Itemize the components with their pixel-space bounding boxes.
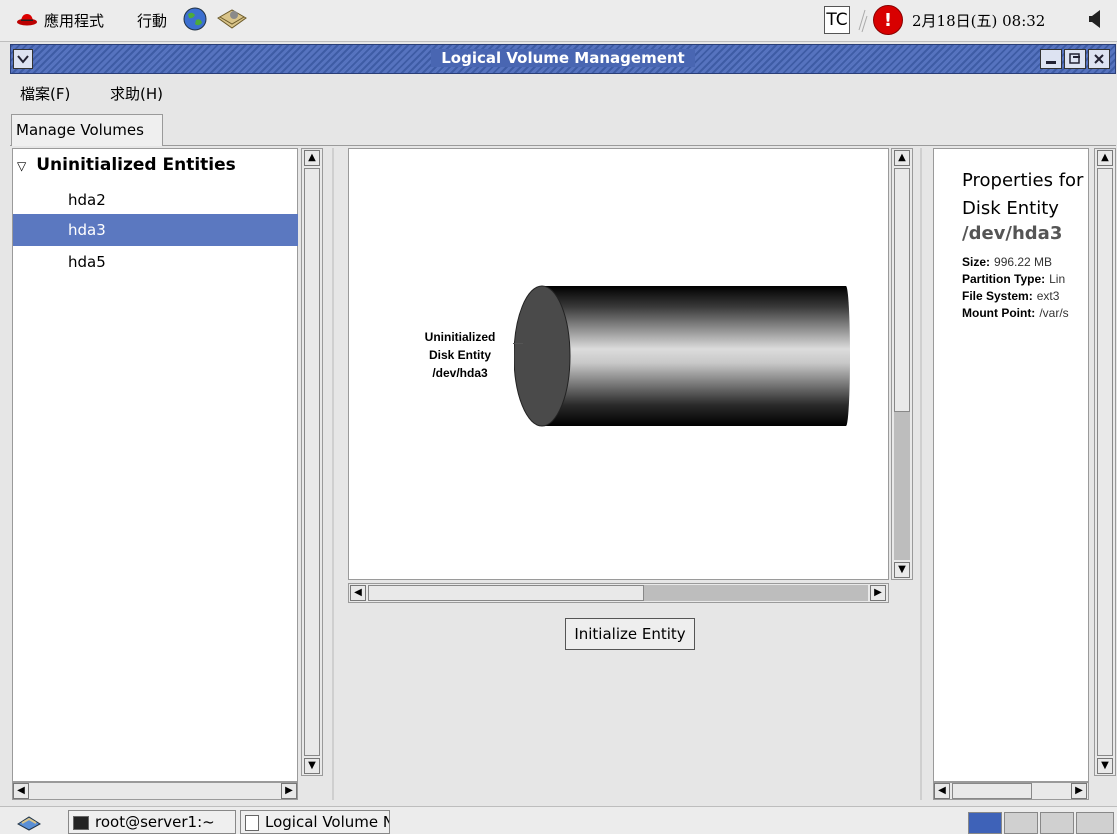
disk-label-line: Uninitialized bbox=[424, 330, 496, 344]
pane-divider[interactable] bbox=[332, 148, 334, 800]
scroll-thumb[interactable] bbox=[952, 783, 1032, 799]
scroll-right-button[interactable]: ▶ bbox=[870, 585, 886, 601]
tab-manage-volumes[interactable]: Manage Volumes bbox=[11, 114, 163, 146]
scroll-right-button[interactable]: ▶ bbox=[281, 783, 297, 799]
maximize-button[interactable] bbox=[1064, 49, 1086, 69]
close-button[interactable] bbox=[1088, 49, 1110, 69]
terminal-icon bbox=[73, 815, 89, 830]
scroll-down-button[interactable]: ▼ bbox=[304, 758, 320, 774]
initialize-entity-button[interactable]: Initialize Entity bbox=[565, 618, 695, 650]
top-panel: 應用程式 行動 TC ! 2月18日(五) 08:32 bbox=[0, 0, 1117, 42]
properties-device: /dev/hda3 bbox=[962, 223, 1063, 244]
property-size: Size: 996.22 MB bbox=[962, 255, 1053, 269]
scroll-down-button[interactable]: ▼ bbox=[894, 562, 910, 578]
file-menu[interactable]: 檔案(F) bbox=[20, 83, 70, 104]
properties-title-line: Properties for bbox=[962, 170, 1084, 191]
bottom-taskbar: root@server1:~ Logical Volume N bbox=[0, 806, 1117, 834]
scroll-up-button[interactable]: ▲ bbox=[304, 150, 320, 166]
scroll-thumb[interactable] bbox=[1097, 168, 1113, 756]
scroll-right-button[interactable]: ▶ bbox=[1071, 783, 1087, 799]
redhat-logo-icon[interactable] bbox=[16, 12, 38, 26]
scroll-trough[interactable] bbox=[644, 585, 868, 601]
scroll-left-button[interactable]: ◀ bbox=[934, 783, 950, 799]
globe-icon[interactable] bbox=[182, 6, 208, 32]
task-logical-volume[interactable]: Logical Volume N bbox=[240, 810, 390, 834]
workspace-1[interactable] bbox=[968, 812, 1002, 834]
workspace-3[interactable] bbox=[1040, 812, 1074, 834]
minimize-icon bbox=[1046, 61, 1056, 64]
scroll-left-button[interactable]: ◀ bbox=[350, 585, 366, 601]
window-icon bbox=[245, 814, 259, 831]
scroll-trough[interactable] bbox=[894, 412, 910, 560]
tree-horizontal-scrollbar[interactable] bbox=[12, 782, 298, 800]
volume-tree[interactable]: ▽ Uninitialized Entities hda2 hda3 hda5 bbox=[12, 148, 298, 782]
disk-cylinder-icon[interactable] bbox=[514, 284, 854, 429]
scroll-down-button[interactable]: ▼ bbox=[1097, 758, 1113, 774]
mail-icon[interactable] bbox=[214, 6, 250, 32]
actions-menu[interactable]: 行動 bbox=[137, 10, 167, 31]
task-label: Logical Volume N bbox=[265, 813, 390, 831]
properties-title: Properties for Disk Entity bbox=[962, 167, 1083, 223]
property-mount-point: Mount Point:/var/s bbox=[962, 306, 1069, 320]
window-title: Logical Volume Management bbox=[11, 49, 1115, 67]
disk-entity-label: Uninitialized Disk Entity /dev/hda3 bbox=[400, 328, 520, 382]
menubar: 檔案(F) 求助(H) bbox=[10, 75, 1116, 111]
alert-icon[interactable]: ! bbox=[873, 5, 903, 35]
scroll-thumb[interactable] bbox=[304, 168, 320, 756]
window-titlebar[interactable]: Logical Volume Management bbox=[10, 44, 1116, 74]
expander-triangle-icon[interactable]: ▽ bbox=[17, 159, 26, 173]
scroll-left-button[interactable]: ◀ bbox=[13, 783, 29, 799]
tree-group-label: Uninitialized Entities bbox=[36, 155, 236, 175]
scroll-up-button[interactable]: ▲ bbox=[1097, 150, 1113, 166]
properties-panel: Properties for Disk Entity /dev/hda3 Siz… bbox=[933, 148, 1089, 782]
workspace-2[interactable] bbox=[1004, 812, 1038, 834]
disk-label-line: Disk Entity bbox=[428, 348, 491, 362]
applications-menu[interactable]: 應用程式 bbox=[44, 10, 104, 31]
tree-item-hda3[interactable]: hda3 bbox=[13, 214, 298, 246]
minimize-button[interactable] bbox=[1040, 49, 1062, 69]
property-file-system: File System: ext3 bbox=[962, 289, 1060, 303]
scroll-thumb[interactable] bbox=[894, 168, 910, 412]
properties-title-line: Disk Entity bbox=[962, 198, 1059, 219]
scroll-thumb[interactable] bbox=[368, 585, 644, 601]
task-label: root@server1:~ bbox=[95, 813, 215, 831]
maximize-icon bbox=[1069, 53, 1080, 64]
pane-divider[interactable] bbox=[920, 148, 922, 800]
close-icon bbox=[1094, 54, 1104, 64]
task-terminal[interactable]: root@server1:~ bbox=[68, 810, 236, 834]
clock[interactable]: 2月18日(五) 08:32 bbox=[912, 10, 1045, 31]
scroll-up-button[interactable]: ▲ bbox=[894, 150, 910, 166]
workspace-4[interactable] bbox=[1076, 812, 1114, 834]
property-partition-type: Partition Type: Lin bbox=[962, 272, 1066, 286]
volume-icon[interactable] bbox=[1086, 6, 1110, 32]
input-method-indicator[interactable]: TC bbox=[824, 6, 850, 34]
panel-grip-icon bbox=[858, 9, 868, 33]
disk-label-line: /dev/hda3 bbox=[432, 366, 488, 380]
tree-group-uninitialized[interactable]: ▽ Uninitialized Entities bbox=[17, 155, 236, 175]
help-menu[interactable]: 求助(H) bbox=[110, 83, 163, 104]
tree-item-hda2[interactable]: hda2 bbox=[13, 184, 298, 216]
tree-item-hda5[interactable]: hda5 bbox=[13, 246, 298, 278]
show-desktop-icon[interactable] bbox=[16, 812, 42, 832]
